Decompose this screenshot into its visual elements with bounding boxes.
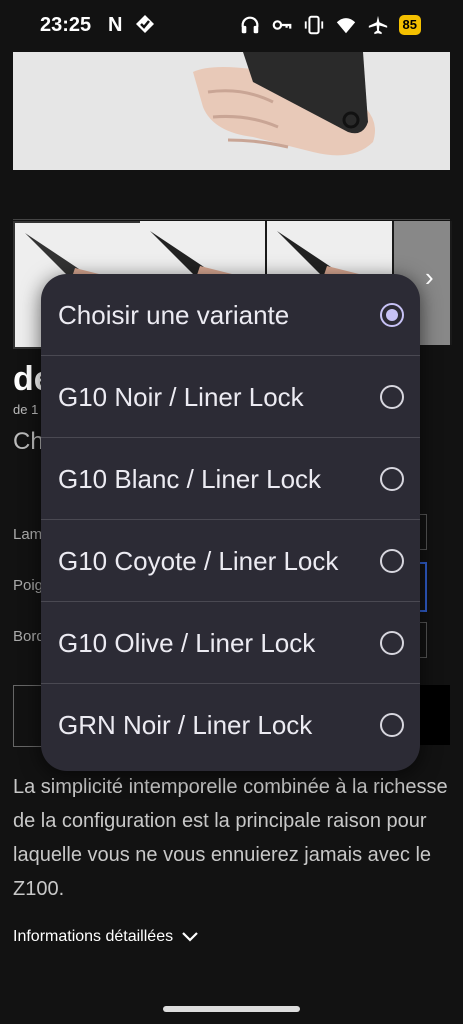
radio-selected-icon[interactable] [380, 302, 404, 327]
radio-unselected-icon[interactable] [380, 548, 404, 573]
vibrate-icon [304, 15, 323, 35]
home-indicator[interactable] [163, 1006, 300, 1012]
product-title: de [13, 360, 43, 398]
variant-dropdown-dialog: Choisir une variante G10 Noir / Liner Lo… [41, 274, 420, 771]
key-icon [272, 20, 291, 30]
variant-option-label: Choisir une variante [58, 299, 290, 330]
app-notification-icon [136, 15, 154, 33]
variant-option-choose[interactable]: Choisir une variante [41, 274, 420, 356]
variant-option-grn-noir[interactable]: GRN Noir / Liner Lock [41, 684, 420, 766]
radio-unselected-icon[interactable] [380, 466, 404, 491]
airplane-icon [368, 15, 387, 35]
wifi-icon [336, 18, 355, 34]
detailed-info-label: Informations détaillées [13, 928, 174, 945]
knife-in-hand-illustration [193, 52, 375, 156]
chevron-right-icon[interactable]: › [425, 262, 434, 293]
notification-n-icon: N [108, 14, 123, 36]
variant-option-label: G10 Noir / Liner Lock [58, 381, 304, 412]
variant-option-g10-coyote[interactable]: G10 Coyote / Liner Lock [41, 520, 420, 602]
variant-option-label: G10 Coyote / Liner Lock [58, 545, 339, 576]
variant-option-g10-blanc[interactable]: G10 Blanc / Liner Lock [41, 438, 420, 520]
clock: 23:25 [40, 14, 92, 36]
radio-unselected-icon[interactable] [380, 384, 404, 409]
product-hero-image[interactable] [13, 52, 450, 170]
option-label-edge: Bord [13, 628, 43, 645]
product-subtitle: de 1 [13, 402, 39, 417]
variant-option-label: G10 Blanc / Liner Lock [58, 463, 322, 494]
headphones-icon [241, 16, 258, 34]
radio-unselected-icon[interactable] [380, 630, 404, 655]
battery-indicator: 85 [398, 15, 421, 35]
detailed-info-link[interactable]: Informations détaillées [13, 928, 199, 946]
status-bar: 23:25 N 85 [0, 0, 463, 52]
product-description: La simplicité intemporelle combinée à la… [13, 776, 448, 900]
choose-heading: Ch [13, 428, 43, 455]
radio-unselected-icon[interactable] [380, 713, 404, 737]
quantity-box[interactable] [13, 685, 44, 747]
variant-option-label: GRN Noir / Liner Lock [58, 710, 313, 740]
variant-option-g10-olive[interactable]: G10 Olive / Liner Lock [41, 602, 420, 684]
add-to-cart-button[interactable] [420, 685, 450, 745]
variant-option-label: G10 Olive / Liner Lock [58, 627, 316, 658]
variant-option-g10-noir[interactable]: G10 Noir / Liner Lock [41, 356, 420, 438]
option-label-handle: Poig [13, 577, 43, 594]
option-label-blade: Lam [13, 526, 43, 543]
chevron-down-icon [182, 932, 198, 942]
